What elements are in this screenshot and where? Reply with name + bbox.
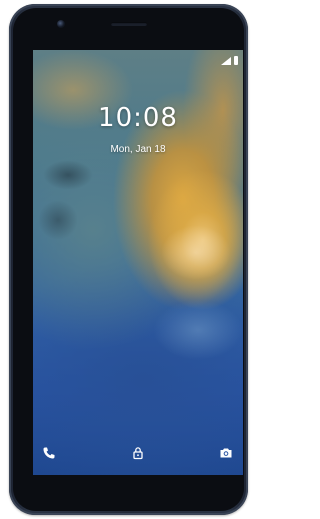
wallpaper-light-wave (153, 300, 243, 360)
front-camera (57, 20, 65, 28)
lockscreen-clock: 10:08 (98, 103, 178, 133)
phone-icon[interactable] (42, 446, 56, 460)
signal-icon (221, 57, 231, 65)
wallpaper-dark-streak-2 (38, 200, 78, 240)
wallpaper-dark-streak (43, 160, 93, 190)
lockscreen-date: Mon, Jan 18 (110, 144, 166, 155)
wallpaper-sand-swirl (161, 225, 231, 280)
earpiece-speaker (111, 22, 147, 26)
status-bar (33, 50, 243, 70)
battery-icon (234, 56, 238, 65)
camera-icon[interactable] (219, 446, 233, 460)
lock-screen[interactable]: 10:08 Mon, Jan 18 (33, 50, 243, 475)
lock-icon[interactable] (131, 446, 145, 460)
